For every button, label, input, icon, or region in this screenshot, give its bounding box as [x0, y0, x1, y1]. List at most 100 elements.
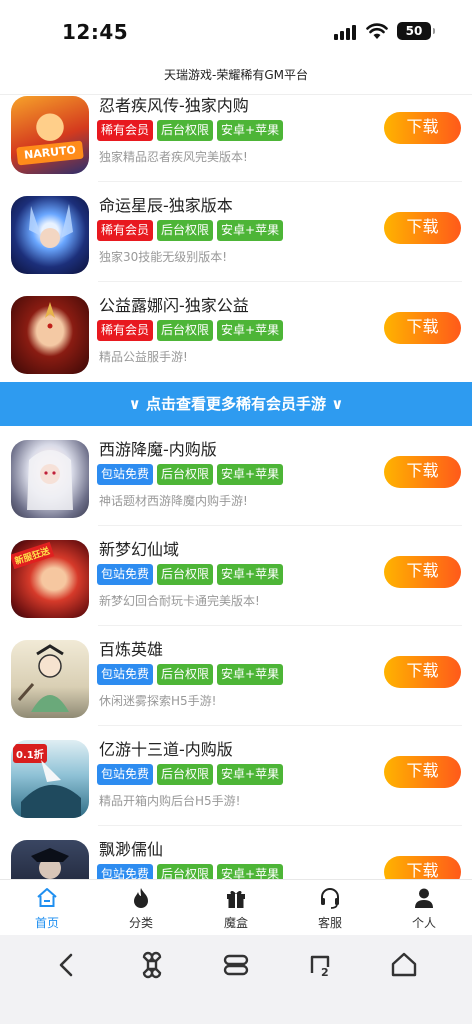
game-description: 独家精品忍者疾风完美版本!	[99, 150, 248, 164]
game-list-item[interactable]: 公益露娜闪-独家公益 稀有会员 后台权限 安卓+苹果 精品公益服手游! 下载	[0, 282, 472, 382]
fire-icon	[134, 888, 148, 908]
game-title[interactable]: 西游降魔-内购版	[99, 436, 217, 460]
tag-admin: 后台权限	[157, 664, 214, 685]
download-button[interactable]: 下载	[384, 856, 461, 879]
tab-category[interactable]: 分类	[111, 886, 171, 931]
status-time: 12:45	[62, 20, 129, 44]
home-button-icon[interactable]	[384, 945, 424, 985]
naruto-game-icon[interactable]: NARUTO	[11, 96, 89, 174]
tag-admin: 后台权限	[157, 864, 214, 879]
game-list-item[interactable]: 百炼英雄 包站免费 后台权限 安卓+苹果 休闲迷雾探索H5手游! 下载	[0, 626, 472, 726]
svg-text:2: 2	[321, 966, 329, 979]
view-more-banner[interactable]: ∨ 点击查看更多稀有会员手游 ∨	[0, 382, 472, 426]
game-title[interactable]: 命运星辰-独家版本	[99, 192, 233, 216]
hero-game-icon[interactable]	[11, 640, 89, 718]
tag-platform: 安卓+苹果	[217, 864, 284, 879]
game-description: 精品公益服手游!	[99, 350, 188, 364]
tag-platform: 安卓+苹果	[217, 564, 284, 585]
download-button[interactable]: 下载	[384, 656, 461, 688]
thirteen-roads-game-icon[interactable]: 0.1折	[11, 740, 89, 818]
download-button[interactable]: 下载	[384, 556, 461, 588]
game-tags: 稀有会员 后台权限 安卓+苹果	[97, 120, 284, 141]
download-button[interactable]: 下载	[384, 756, 461, 788]
game-title[interactable]: 忍者疾风传-独家内购	[99, 95, 249, 116]
tag-platform: 安卓+苹果	[217, 464, 284, 485]
game-list-item[interactable]: 0.1折 亿游十三道-内购版 包站免费 后台权限 安卓+苹果 精品开箱内购后台H…	[0, 726, 472, 826]
game-title[interactable]: 百炼英雄	[99, 636, 163, 660]
tag-platform: 安卓+苹果	[217, 120, 284, 141]
game-title[interactable]: 新梦幻仙域	[99, 536, 179, 560]
download-button[interactable]: 下载	[384, 456, 461, 488]
game-tags: 包站免费 后台权限 安卓+苹果	[97, 564, 284, 585]
tag-rare-member: 稀有会员	[97, 220, 154, 241]
game-tags: 包站免费 后台权限 安卓+苹果	[97, 764, 284, 785]
tab-label: 首页	[34, 916, 59, 930]
tag-free-package: 包站免费	[97, 564, 154, 585]
game-list[interactable]: NARUTO 忍者疾风传-独家内购 稀有会员 后台权限 安卓+苹果 独家精品忍者…	[0, 95, 472, 879]
tag-admin: 后台权限	[157, 764, 214, 785]
battery-level: 50	[405, 24, 423, 38]
gift-icon	[227, 890, 245, 908]
tag-free-package: 包站免费	[97, 764, 154, 785]
scholar-immortal-game-icon[interactable]	[11, 840, 89, 879]
tabs-icon[interactable]	[216, 945, 256, 985]
tag-free-package: 包站免费	[97, 864, 154, 879]
tag-free-package: 包站免费	[97, 464, 154, 485]
command-icon[interactable]	[132, 945, 172, 985]
tag-platform: 安卓+苹果	[217, 220, 284, 241]
game-tags: 包站免费 后台权限 安卓+苹果	[97, 664, 284, 685]
tab-customer-service[interactable]: 客服	[300, 886, 360, 931]
game-description: 休闲迷雾探索H5手游!	[99, 694, 217, 708]
tag-rare-member: 稀有会员	[97, 320, 154, 341]
game-list-item[interactable]: NARUTO 忍者疾风传-独家内购 稀有会员 后台权限 安卓+苹果 独家精品忍者…	[0, 95, 472, 182]
journey-west-game-icon[interactable]	[11, 440, 89, 518]
person-icon	[415, 888, 433, 908]
game-tags: 包站免费 后台权限 安卓+苹果	[97, 864, 284, 879]
tag-platform: 安卓+苹果	[217, 664, 284, 685]
back-icon[interactable]	[47, 945, 87, 985]
download-button[interactable]: 下载	[384, 312, 461, 344]
tag-admin: 后台权限	[157, 564, 214, 585]
game-list-item[interactable]: 新服狂送 新梦幻仙域 包站免费 后台权限 安卓+苹果 新梦幻回合耐玩卡通完美版本…	[0, 526, 472, 626]
tag-platform: 安卓+苹果	[217, 320, 284, 341]
browser-nav-bar: 2	[0, 935, 472, 1024]
game-tags: 包站免费 后台权限 安卓+苹果	[97, 464, 284, 485]
headset-icon	[321, 888, 339, 909]
game-description: 精品开箱内购后台H5手游!	[99, 794, 241, 808]
game-description: 独家30技能无级别版本!	[99, 250, 228, 264]
home-icon	[37, 888, 57, 907]
tab-label: 分类	[128, 916, 153, 930]
tab-label: 魔盒	[223, 916, 248, 930]
wifi-icon	[366, 23, 388, 39]
game-description: 新梦幻回合耐玩卡通完美版本!	[99, 594, 260, 608]
tag-platform: 安卓+苹果	[217, 764, 284, 785]
game-title[interactable]: 公益露娜闪-独家公益	[99, 292, 249, 316]
windows-icon[interactable]: 2	[300, 945, 340, 985]
game-title[interactable]: 亿游十三道-内购版	[99, 736, 233, 760]
game-tags: 稀有会员 后台权限 安卓+苹果	[97, 220, 284, 241]
tab-magic-box[interactable]: 魔盒	[206, 886, 266, 931]
cellular-signal-icon	[334, 24, 358, 40]
tab-profile[interactable]: 个人	[394, 886, 454, 931]
download-button[interactable]: 下载	[384, 212, 461, 244]
game-list-item[interactable]: 飘渺儒仙 包站免费 后台权限 安卓+苹果 下载	[0, 826, 472, 879]
tab-bar: 首页 分类 魔盒 客服 个人	[0, 879, 472, 935]
game-tags: 稀有会员 后台权限 安卓+苹果	[97, 320, 284, 341]
status-bar: 12:45 50	[0, 0, 472, 60]
luna-game-icon[interactable]	[11, 296, 89, 374]
tab-home[interactable]: 首页	[17, 886, 77, 931]
new-server-badge: 新服狂送	[11, 541, 55, 570]
tag-admin: 后台权限	[157, 464, 214, 485]
battery-icon: 50	[397, 22, 435, 40]
fate-stars-game-icon[interactable]	[11, 196, 89, 274]
tab-label: 个人	[411, 916, 436, 930]
game-description: 神话题材西游降魔内购手游!	[99, 494, 248, 508]
game-list-item[interactable]: 命运星辰-独家版本 稀有会员 后台权限 安卓+苹果 独家30技能无级别版本! 下…	[0, 182, 472, 282]
game-list-item[interactable]: 西游降魔-内购版 包站免费 后台权限 安卓+苹果 神话题材西游降魔内购手游! 下…	[0, 426, 472, 526]
tag-admin: 后台权限	[157, 120, 214, 141]
download-button[interactable]: 下载	[384, 112, 461, 144]
tag-admin: 后台权限	[157, 320, 214, 341]
dream-fairy-game-icon[interactable]: 新服狂送	[11, 540, 89, 618]
page-title: 天瑞游戏-荣耀稀有GM平台	[164, 68, 308, 82]
game-title[interactable]: 飘渺儒仙	[99, 836, 163, 860]
